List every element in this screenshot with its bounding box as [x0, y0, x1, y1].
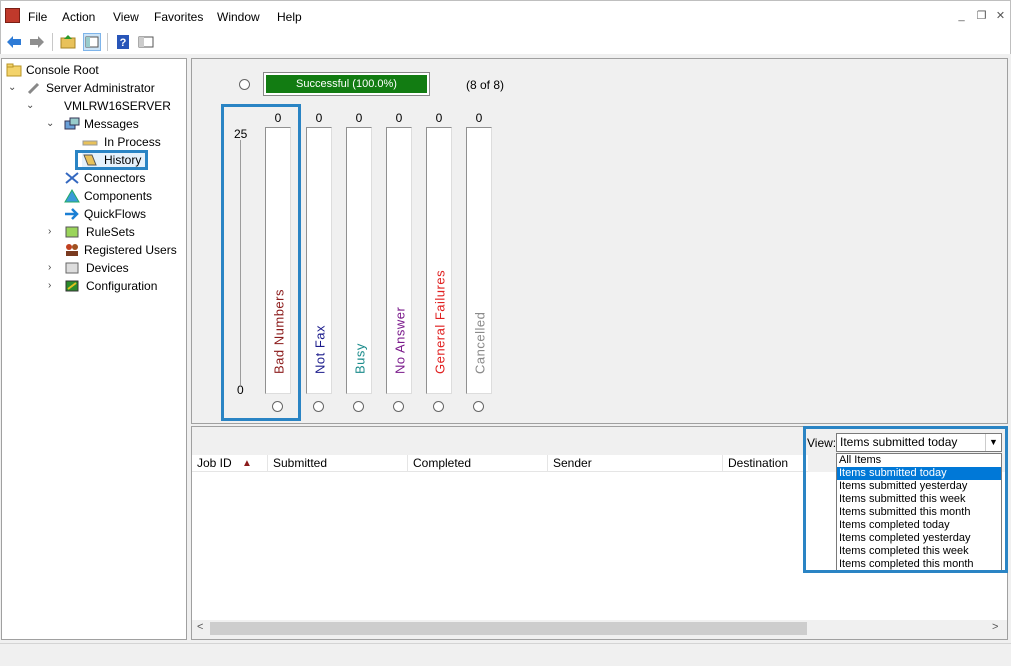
menu-bar: File Action View Favorites Window Help _…: [0, 0, 1011, 30]
cancelled-label-wrap: Cancelled: [467, 189, 493, 389]
chevron-down-icon[interactable]: ⌄: [8, 79, 16, 97]
busy-column[interactable]: Busy: [346, 127, 372, 394]
menu-action[interactable]: Action: [62, 10, 95, 24]
connectors-icon: [64, 171, 80, 185]
registered-users-icon: [64, 243, 80, 257]
status-bar: [0, 643, 1011, 666]
menu-help[interactable]: Help: [277, 10, 302, 24]
chevron-down-icon[interactable]: ⌄: [46, 115, 54, 133]
not-fax-count: 0: [315, 111, 323, 125]
busy-radio[interactable]: [353, 401, 364, 412]
no-answer-count: 0: [395, 111, 403, 125]
not-fax-label-wrap: Not Fax: [307, 189, 333, 389]
column-header-job-id[interactable]: Job ID ▲: [192, 455, 268, 472]
app-icon[interactable]: [5, 8, 20, 23]
server-administrator-icon: [26, 81, 42, 95]
cancelled-radio[interactable]: [473, 401, 484, 412]
show-hide-tree-icon[interactable]: [83, 33, 101, 51]
successful-progress-bar: Successful (100.0%): [263, 72, 430, 96]
in-process-icon: [82, 135, 98, 149]
column-header-sender[interactable]: Sender: [548, 455, 723, 472]
close-icon[interactable]: ✕: [992, 9, 1009, 25]
cancelled-column[interactable]: Cancelled: [466, 127, 492, 394]
no-answer-column[interactable]: No Answer: [386, 127, 412, 394]
rulesets-icon: [64, 225, 80, 239]
svg-text:?: ?: [120, 37, 127, 49]
successful-radio[interactable]: [239, 79, 250, 90]
general-failures-label: General Failures: [432, 269, 448, 374]
quickflows-icon: [64, 207, 80, 221]
sort-ascending-icon: ▲: [242, 458, 252, 469]
menu-favorites[interactable]: Favorites: [154, 10, 203, 24]
console-tree: Console Root ⌄ Server Administrator ⌄ VM…: [1, 58, 187, 640]
bad-numbers-highlight: [221, 104, 301, 421]
general-failures-column[interactable]: General Failures: [426, 127, 452, 394]
folder-icon: [6, 63, 22, 77]
column-header-destination[interactable]: Destination: [723, 455, 808, 472]
chevron-right-icon[interactable]: ›: [48, 259, 51, 277]
no-answer-label-wrap: No Answer: [387, 189, 413, 389]
not-fax-label: Not Fax: [312, 324, 328, 374]
successful-fill: Successful (100.0%): [266, 75, 427, 93]
not-fax-radio[interactable]: [313, 401, 324, 412]
horizontal-scrollbar[interactable]: < >: [192, 620, 1007, 637]
general-failures-count: 0: [435, 111, 443, 125]
properties-icon[interactable]: [137, 33, 155, 51]
scrollbar-thumb[interactable]: [210, 622, 807, 635]
up-folder-icon[interactable]: [59, 33, 77, 51]
cancelled-count: 0: [475, 111, 483, 125]
menu-window[interactable]: Window: [217, 10, 260, 24]
chevron-right-icon[interactable]: ›: [48, 223, 51, 241]
menu-view[interactable]: View: [113, 10, 139, 24]
general-failures-radio[interactable]: [433, 401, 444, 412]
devices-icon: [64, 261, 80, 275]
minimize-icon[interactable]: _: [953, 9, 970, 25]
busy-label: Busy: [352, 343, 368, 374]
forward-arrow-icon[interactable]: [28, 33, 46, 51]
menu-file[interactable]: File: [28, 10, 47, 24]
not-fax-column[interactable]: Not Fax: [306, 127, 332, 394]
no-answer-radio[interactable]: [393, 401, 404, 412]
back-arrow-icon[interactable]: [5, 33, 23, 51]
cancelled-label: Cancelled: [472, 311, 488, 374]
chevron-down-icon[interactable]: ⌄: [26, 97, 34, 115]
configuration-icon: [64, 279, 80, 293]
components-icon: [64, 189, 80, 203]
history-highlight: [75, 150, 148, 170]
busy-label-wrap: Busy: [347, 189, 373, 389]
scroll-left-icon[interactable]: <: [197, 621, 203, 633]
restore-icon[interactable]: ❐: [973, 9, 990, 25]
view-dropdown-highlight: [803, 426, 1008, 573]
no-answer-label: No Answer: [392, 306, 408, 374]
toolbar-separator: [107, 33, 108, 51]
item-count: (8 of 8): [466, 78, 505, 92]
toolbar-separator: [52, 33, 53, 51]
chevron-right-icon[interactable]: ›: [48, 277, 51, 295]
messages-icon: [64, 117, 80, 131]
help-icon[interactable]: ?: [114, 33, 132, 51]
list-header: Job ID ▲ Submitted Completed Sender Dest…: [192, 455, 808, 472]
busy-count: 0: [355, 111, 363, 125]
column-header-submitted[interactable]: Submitted: [268, 455, 408, 472]
scroll-right-icon[interactable]: >: [992, 621, 998, 633]
toolbar: ?: [0, 30, 1011, 54]
general-failures-label-wrap: General Failures: [427, 189, 453, 389]
column-header-completed[interactable]: Completed: [408, 455, 548, 472]
